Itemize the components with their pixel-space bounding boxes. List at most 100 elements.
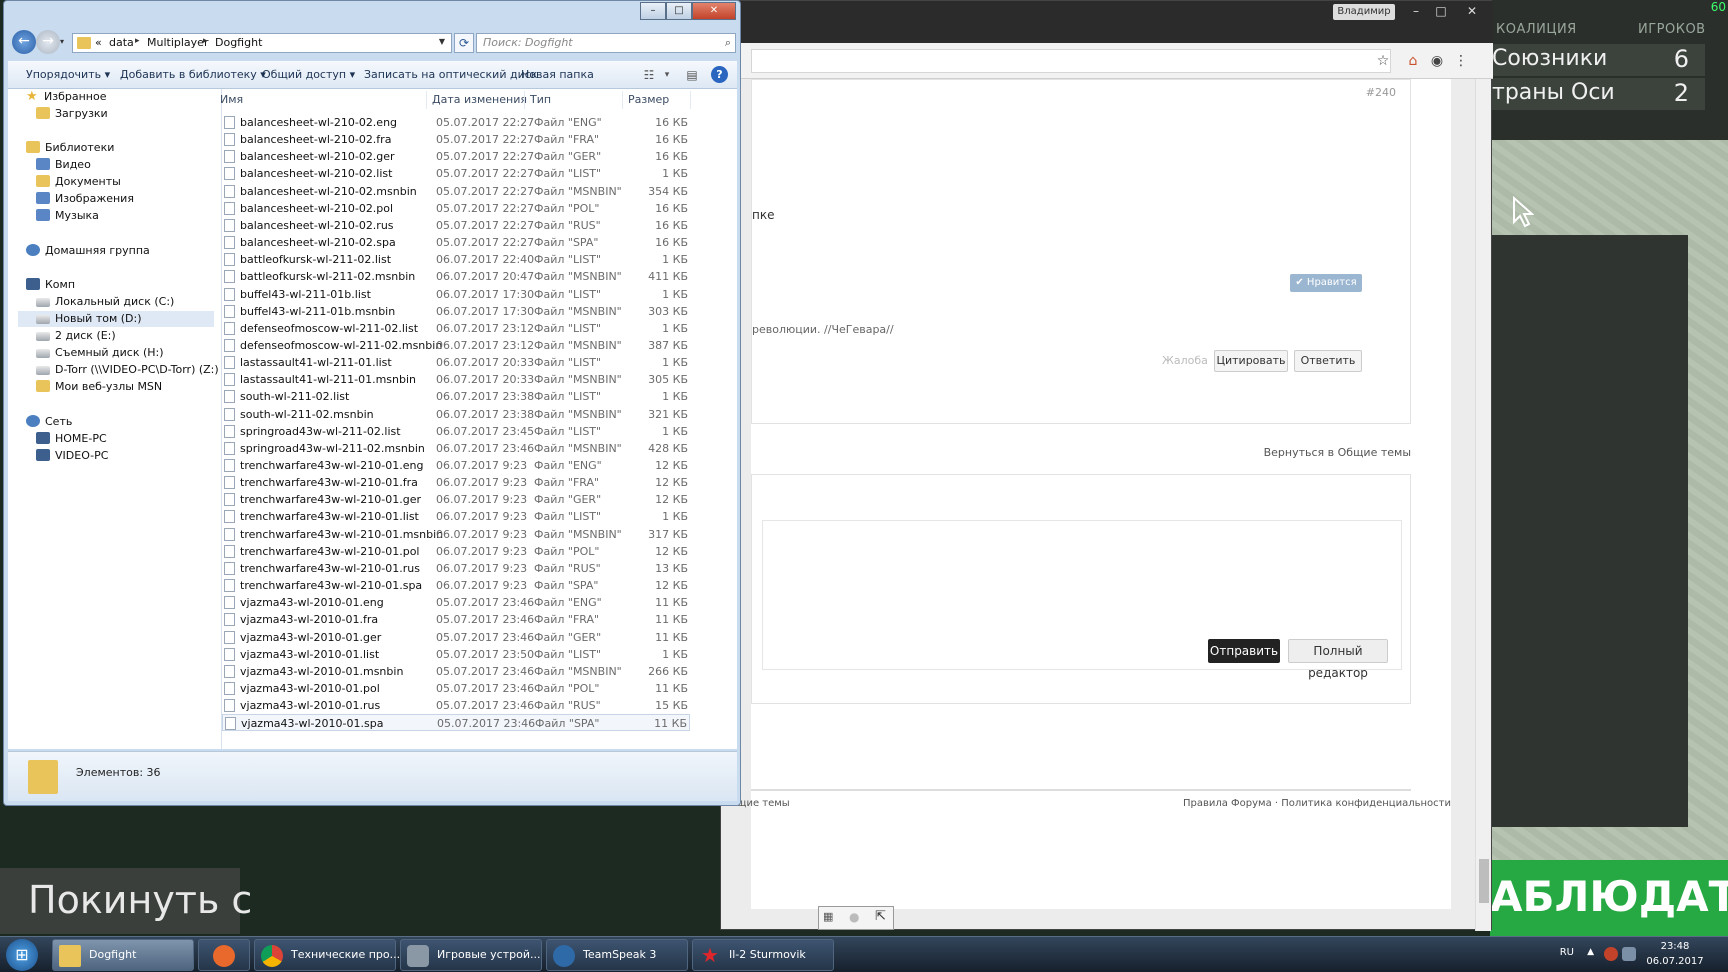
file-row[interactable]: south-wl-211-02.list 06.07.2017 23:38 Файл… [222,388,690,405]
taskbar-item-firefox[interactable] [198,939,250,971]
file-row[interactable]: vjazma43-wl-2010-01.list 05.07.2017 23:50… [222,646,690,663]
antivirus-icon[interactable] [1604,947,1618,961]
file-row[interactable]: trenchwarfare43w-wl-210-01.eng 06.07.2017… [222,457,690,474]
extension-icon[interactable]: ◉ [1427,51,1447,71]
like-button[interactable]: ✔ Нравится [1290,274,1362,292]
file-row[interactable]: trenchwarfare43w-wl-210-01.msnbin 06.07.2… [222,526,690,543]
browser-maximize-button[interactable]: □ [1426,2,1456,20]
leave-button[interactable]: Покинуть с [0,868,252,934]
burn-disc-button[interactable]: Записать на оптический диск [364,68,537,81]
chevron-up-icon[interactable]: ▲ [1587,947,1594,957]
file-row[interactable]: balancesheet-wl-210-02.list 05.07.2017 22… [222,165,690,182]
file-row[interactable]: defenseofmoscow-wl-211-02.list 06.07.2017… [222,320,690,337]
chevron-down-icon[interactable]: ▼ [439,37,445,46]
taskbar-item-chrome[interactable]: Технические про... [254,939,400,971]
taskbar-item-game-devices[interactable]: Игровые устрой... [400,939,542,971]
file-row[interactable]: trenchwarfare43w-wl-210-01.fra 06.07.2017… [222,474,690,491]
nav-libraries[interactable]: Библиотеки [26,140,114,156]
file-row[interactable]: vjazma43-wl-2010-01.ger 05.07.2017 23:46 Ф… [222,629,690,646]
chevron-right-icon[interactable]: ▸ [135,36,140,46]
post-id[interactable]: #240 [1366,86,1396,99]
file-row[interactable]: balancesheet-wl-210-02.spa 05.07.2017 22:… [222,234,690,251]
nav-documents[interactable]: Документы [36,174,121,190]
nav-homegroup[interactable]: Домашняя группа [26,243,150,259]
column-separator[interactable] [690,91,691,109]
help-icon[interactable]: ? [711,66,728,83]
file-row[interactable]: trenchwarfare43w-wl-210-01.rus 06.07.2017… [222,560,690,577]
reply-button[interactable]: Ответить [1294,350,1362,372]
file-row[interactable]: vjazma43-wl-2010-01.eng 05.07.2017 23:46 Ф… [222,594,690,611]
column-separator[interactable] [426,91,427,109]
address-bar[interactable]: « data ▸ Multiplayer ▸ Dogfight ▼ [72,33,452,53]
search-icon[interactable]: ⌕ [725,34,731,52]
language-indicator[interactable]: RU [1560,947,1574,958]
file-row[interactable]: balancesheet-wl-210-02.fra 05.07.2017 22:… [222,131,690,148]
file-row[interactable]: lastassault41-wl-211-01.list 06.07.2017 2… [222,354,690,371]
minimize-button[interactable]: – [640,2,666,20]
file-row[interactable]: battleofkursk-wl-211-02.list 06.07.2017 2… [222,251,690,268]
organize-button[interactable]: Упорядочить ▾ [26,68,110,81]
nav-home-pc[interactable]: HOME-PC [36,431,107,447]
search-input[interactable]: Поиск: Dogfight ⌕ [476,33,736,53]
taskbar-item-il2[interactable]: ★ Il-2 Sturmovik [692,939,834,971]
nav-msn[interactable]: Мои веб-узлы MSN [36,379,162,395]
file-row[interactable]: trenchwarfare43w-wl-210-01.pol 06.07.2017… [222,543,690,560]
floating-toolbar[interactable]: ▦ ● ⇱ [818,906,894,930]
chevron-down-icon[interactable]: ▾ [658,66,676,84]
file-row[interactable]: balancesheet-wl-210-02.ger 05.07.2017 22:… [222,148,690,165]
nav-disk-h[interactable]: Съемный диск (H:) [36,345,164,361]
nav-video-pc[interactable]: VIDEO-PC [36,448,108,464]
refresh-icon[interactable]: ⟳ [454,33,474,53]
coalition-row-allies[interactable]: Союзники 6 [1490,44,1705,76]
nav-disk-z[interactable]: D-Torr (\\VIDEO-PC\D-Torr) (Z:) [36,362,219,378]
column-header-type[interactable]: Тип [530,93,551,106]
history-dropdown-icon[interactable]: ▾ [60,37,70,47]
expand-icon[interactable]: ⇱ [875,909,886,924]
browser-user-badge[interactable]: Владимир [1333,4,1395,20]
nav-disk-c[interactable]: Локальный диск (C:) [36,294,174,310]
report-link[interactable]: Жалоба [1162,354,1208,367]
nav-video[interactable]: Видео [36,157,91,173]
file-row[interactable]: balancesheet-wl-210-02.pol 05.07.2017 22:… [222,200,690,217]
chevron-right-icon[interactable]: ▸ [203,36,208,46]
column-header-date[interactable]: Дата изменения [432,93,527,106]
file-row[interactable]: buffel43-wl-211-01b.msnbin 06.07.2017 17:… [222,303,690,320]
file-row[interactable]: trenchwarfare43w-wl-210-01.ger 06.07.2017… [222,491,690,508]
file-row[interactable]: trenchwarfare43w-wl-210-01.list 06.07.201… [222,508,690,525]
view-options-icon[interactable]: ☷ [640,66,658,84]
file-row[interactable]: buffel43-wl-211-01b.list 06.07.2017 17:30… [222,286,690,303]
add-to-library-button[interactable]: Добавить в библиотеку ▾ [120,68,266,81]
breadcrumb-multiplayer[interactable]: Multiplayer [147,36,208,49]
close-button[interactable]: ✕ [692,2,736,20]
back-to-topics-link[interactable]: Вернуться в Общие темы [1264,446,1411,459]
browser-scrollbar[interactable] [1475,79,1491,931]
circle-icon[interactable]: ● [849,910,859,924]
browser-close-button[interactable]: ✕ [1457,2,1487,20]
send-button[interactable]: Отправить [1208,639,1280,663]
column-header-size[interactable]: Размер [628,93,669,106]
nav-music[interactable]: Музыка [36,208,99,224]
file-row[interactable]: springroad43w-wl-211-02.msnbin 06.07.2017… [222,440,690,457]
start-button[interactable]: ⊞ [6,939,38,971]
file-row[interactable]: vjazma43-wl-2010-01.fra 05.07.2017 23:46 Ф… [222,611,690,628]
new-folder-button[interactable]: Новая папка [521,68,594,81]
taskbar-item-explorer[interactable]: Dogfight [52,939,194,971]
nav-favorites[interactable]: ★ Избранное [26,89,106,105]
file-row[interactable]: vjazma43-wl-2010-01.spa 05.07.2017 23:46 Ф… [222,714,690,732]
network-tray-icon[interactable] [1622,947,1636,961]
menu-icon[interactable]: ⋮ [1451,51,1471,71]
qr-icon[interactable]: ▦ [823,910,833,923]
nav-computer[interactable]: Комп [26,277,75,293]
watch-button[interactable]: АБЛЮДАТЬ [1490,860,1728,936]
nav-images[interactable]: Изображения [36,191,134,207]
column-separator[interactable] [622,91,623,109]
breadcrumb-dogfight[interactable]: Dogfight [215,36,262,49]
file-row[interactable]: vjazma43-wl-2010-01.rus 05.07.2017 23:46 Ф… [222,697,690,714]
file-row[interactable]: springroad43w-wl-211-02.list 06.07.2017 2… [222,423,690,440]
file-row[interactable]: vjazma43-wl-2010-01.pol 05.07.2017 23:46 Ф… [222,680,690,697]
taskbar-item-teamspeak[interactable]: TeamSpeak 3 [546,939,688,971]
breadcrumb-overflow[interactable]: « [95,36,102,49]
file-row[interactable]: trenchwarfare43w-wl-210-01.spa 06.07.2017… [222,577,690,594]
column-separator[interactable] [524,91,525,109]
file-row[interactable]: battleofkursk-wl-211-02.msnbin 06.07.2017… [222,268,690,285]
